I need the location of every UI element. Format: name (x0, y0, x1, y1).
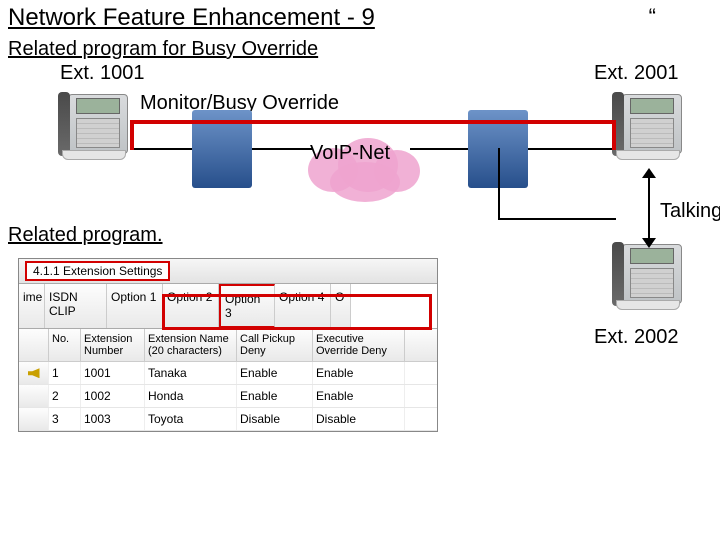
cell-override: Disable (313, 408, 405, 430)
talking-line (648, 172, 650, 242)
override-path-line (130, 120, 616, 124)
col-ext-number: Extension Number (81, 329, 145, 361)
phone-icon-1001 (58, 90, 132, 168)
speaker-icon (28, 368, 40, 378)
tab-option-more[interactable]: O (331, 284, 351, 328)
col-ime: ime (19, 284, 45, 328)
tab-option-2[interactable]: Option 2 (163, 284, 219, 328)
override-path-line (612, 120, 616, 150)
cell-name: Tanaka (145, 362, 237, 384)
label-ext-2002: Ext. 2002 (594, 326, 679, 349)
label-related-program: Related program. (8, 224, 163, 247)
label-ext-2001: Ext. 2001 (594, 62, 679, 85)
cell-pickup: Disable (237, 408, 313, 430)
subtitle: Related program for Busy Override (8, 38, 318, 61)
label-voip-net: VoIP-Net (310, 142, 390, 165)
connector-line (410, 148, 468, 150)
col-ext-name: Extension Name (20 characters) (145, 329, 237, 361)
cell-no: 3 (49, 408, 81, 430)
cell-override: Enable (313, 385, 405, 407)
cell-override: Enable (313, 362, 405, 384)
label-ext-1001: Ext. 1001 (60, 62, 145, 85)
phone-icon-2001 (612, 90, 686, 168)
override-path-line (130, 120, 134, 150)
cell-name: Honda (145, 385, 237, 407)
cell-ext: 1002 (81, 385, 145, 407)
col-pickup-deny: Call Pickup Deny (237, 329, 313, 361)
table-row[interactable]: 3 1003 Toyota Disable Disable (19, 408, 437, 431)
arrow-down-icon (642, 238, 656, 248)
phone-icon-2002 (612, 240, 686, 318)
cell-name: Toyota (145, 408, 237, 430)
table-row[interactable]: 1 1001 Tanaka Enable Enable (19, 362, 437, 385)
page-title: Network Feature Enhancement - 9 (8, 4, 375, 32)
tab-option-4[interactable]: Option 4 (275, 284, 331, 328)
arrow-up-icon (642, 168, 656, 178)
table-header: No. Extension Number Extension Name (20 … (19, 329, 437, 362)
cell-pickup: Enable (237, 385, 313, 407)
tab-option-1[interactable]: Option 1 (107, 284, 163, 328)
tab-isdn-clip[interactable]: ISDN CLIP (45, 284, 107, 328)
cell-ext: 1003 (81, 408, 145, 430)
quote-mark: “ (649, 4, 656, 30)
cell-pickup: Enable (237, 362, 313, 384)
connector-line (498, 148, 500, 220)
cell-ext: 1001 (81, 362, 145, 384)
label-talking: Talking (660, 200, 720, 223)
table-row[interactable]: 2 1002 Honda Enable Enable (19, 385, 437, 408)
col-no: No. (49, 329, 81, 361)
col-override-deny: Executive Override Deny (313, 329, 405, 361)
connector-line (498, 218, 616, 220)
col-selector (19, 329, 49, 361)
settings-tabbar: 4.1.1 Extension Settings (19, 259, 437, 284)
tab-option-3[interactable]: Option 3 (219, 284, 275, 328)
connector-line (130, 148, 192, 150)
settings-panel: 4.1.1 Extension Settings ime ISDN CLIP O… (18, 258, 438, 432)
cell-no: 2 (49, 385, 81, 407)
connector-line (252, 148, 312, 150)
option-tabs-row: ime ISDN CLIP Option 1 Option 2 Option 3… (19, 284, 437, 329)
tab-extension-settings[interactable]: 4.1.1 Extension Settings (25, 261, 170, 281)
cell-no: 1 (49, 362, 81, 384)
connector-line (528, 148, 614, 150)
